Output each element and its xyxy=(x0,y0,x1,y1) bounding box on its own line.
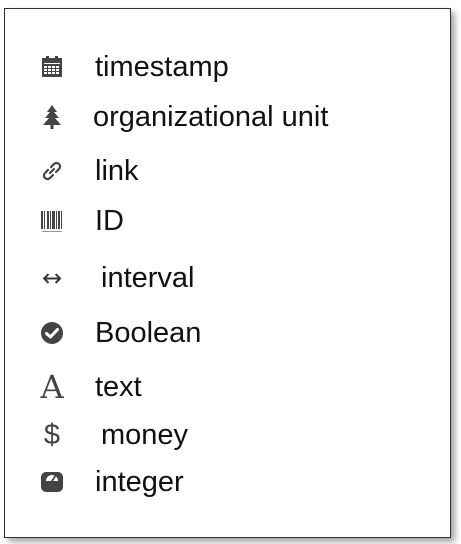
legend-item-id: ID xyxy=(5,201,445,241)
legend-label: Boolean xyxy=(95,317,202,349)
legend-panel: timestamp organizational unit link ID ↔ … xyxy=(4,8,451,538)
legend-label: ID xyxy=(95,205,124,237)
legend-label: integer xyxy=(95,466,184,498)
legend-label: text xyxy=(95,371,142,403)
dollar-icon: $ xyxy=(43,419,61,451)
legend-item-integer: integer xyxy=(5,462,445,502)
legend-item-money: $ money xyxy=(5,415,445,455)
double-arrow-icon: ↔ xyxy=(41,264,63,292)
tree-icon xyxy=(37,102,67,132)
legend-label: money xyxy=(101,419,189,451)
calendar-icon xyxy=(37,52,67,82)
legend-item-text: A text xyxy=(5,367,445,407)
check-circle-icon xyxy=(37,318,67,348)
legend-item-boolean: Boolean xyxy=(5,313,445,353)
legend-item-organizational-unit: organizational unit xyxy=(5,97,445,137)
legend-item-link: link xyxy=(5,151,445,191)
legend-item-interval: ↔ interval xyxy=(5,258,445,298)
letter-a-icon: A xyxy=(40,368,64,406)
legend-label: interval xyxy=(101,262,195,294)
barcode-icon xyxy=(37,206,67,236)
legend-item-timestamp: timestamp xyxy=(5,47,445,87)
legend-label: link xyxy=(95,155,139,187)
legend-label: timestamp xyxy=(95,51,229,83)
scale-icon xyxy=(37,467,67,497)
link-icon xyxy=(37,156,67,186)
legend-label: organizational unit xyxy=(93,101,329,133)
